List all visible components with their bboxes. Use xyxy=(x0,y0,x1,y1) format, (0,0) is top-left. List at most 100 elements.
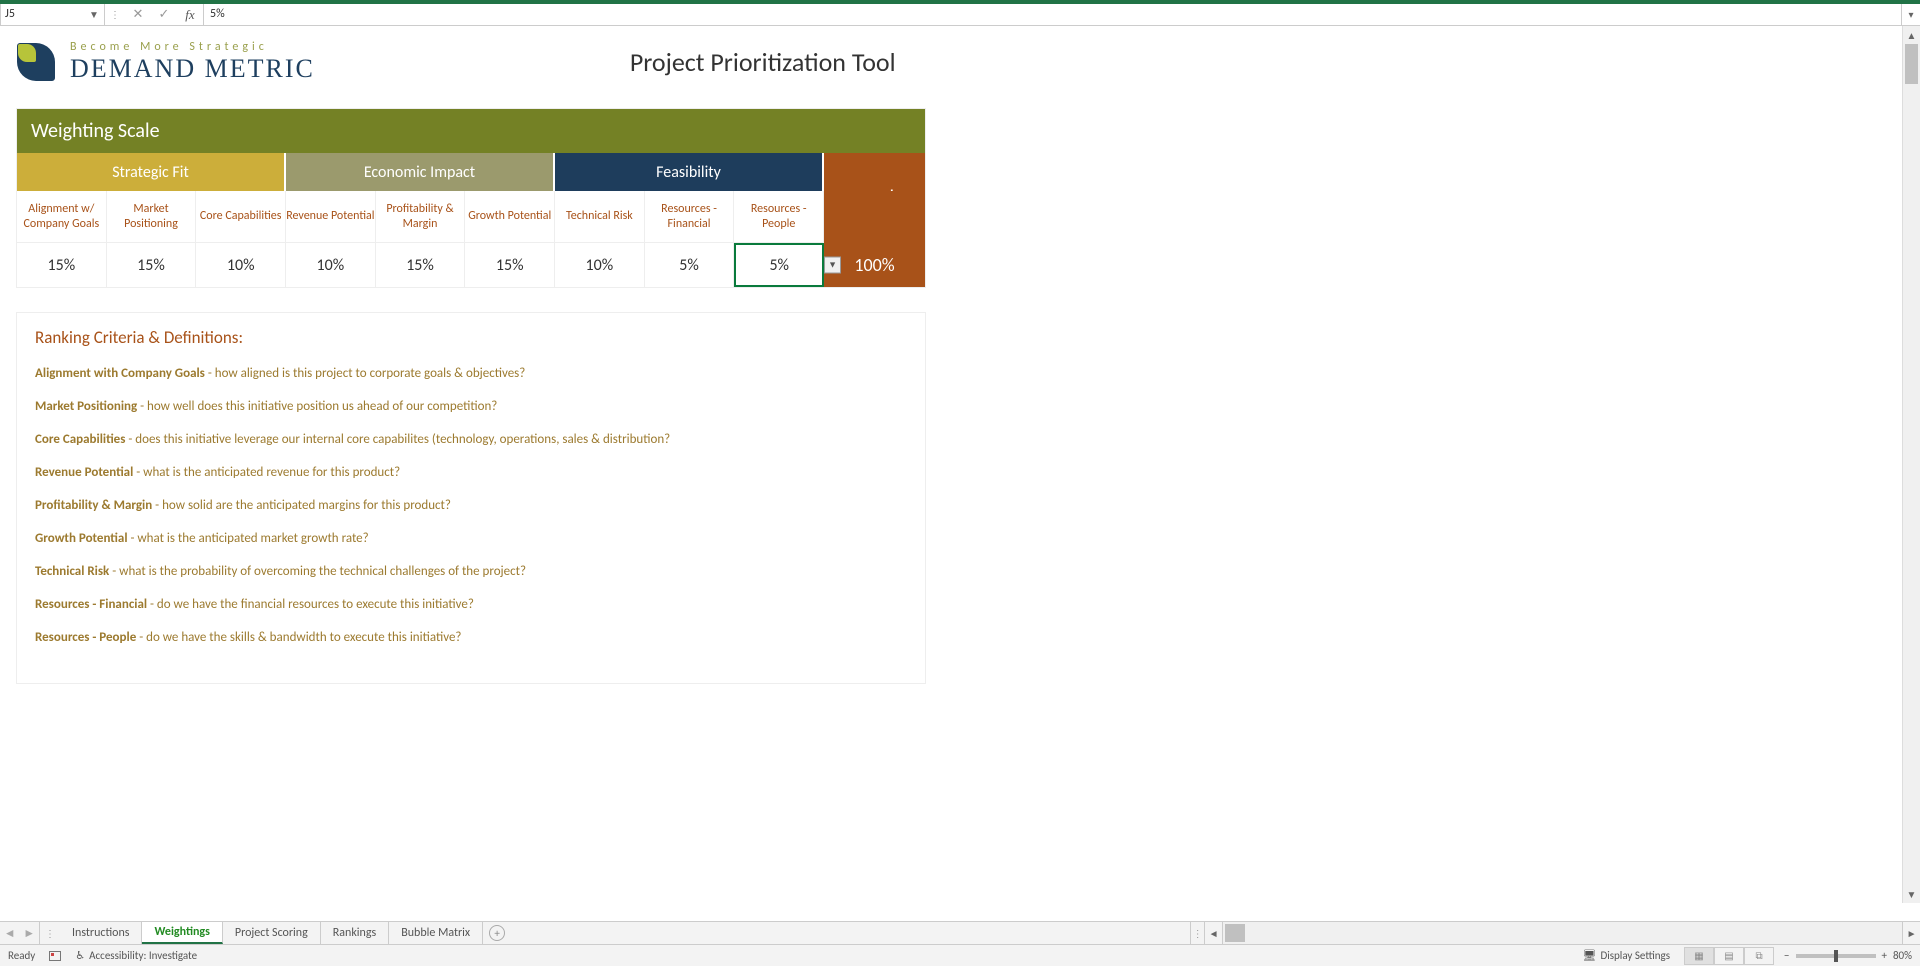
hscroll-right-icon[interactable]: ► xyxy=(1902,922,1920,944)
definition-desc: - how aligned is this project to corpora… xyxy=(205,366,525,381)
definition-term: Resources - People xyxy=(35,630,136,645)
brand-tagline: Become More Strategic xyxy=(70,40,315,54)
scroll-down-icon[interactable]: ▼ xyxy=(1903,885,1920,903)
sheet-tabs-bar: ◄ ► ⋮ InstructionsWeightingsProject Scor… xyxy=(0,921,1920,944)
expand-formula-bar-icon[interactable]: ▾ xyxy=(1902,8,1920,21)
display-settings-icon: 🖥︎ xyxy=(1582,949,1596,962)
definition-line: Growth Potential - what is the anticipat… xyxy=(35,531,907,546)
definition-desc: - what is the anticipated revenue for th… xyxy=(133,465,400,480)
definition-term: Revenue Potential xyxy=(35,465,133,480)
formula-input[interactable]: 5% xyxy=(203,4,1902,26)
zoom-slider-knob[interactable] xyxy=(1834,950,1838,962)
vertical-scrollbar[interactable]: ▲ ▼ xyxy=(1902,26,1920,903)
definition-desc: - how well does this initiative position… xyxy=(137,399,497,414)
definition-desc: - do we have the financial resources to … xyxy=(147,597,474,612)
value-cell[interactable]: 5% xyxy=(645,243,735,287)
definition-line: Revenue Potential - what is the anticipa… xyxy=(35,465,907,480)
horizontal-scrollbar[interactable] xyxy=(1222,922,1902,944)
sheet-tab[interactable]: Instructions xyxy=(60,922,142,944)
tab-nav-separator: ⋮ xyxy=(40,922,60,944)
sub-resources-financial: Resources - Financial xyxy=(645,191,735,243)
definition-term: Core Capabilities xyxy=(35,432,125,447)
values-row: 15% 15% 10% 10% 15% 15% 10% 5% 5% ▼ xyxy=(17,243,824,287)
brand-text: Become More Strategic DEMAND METRIC xyxy=(70,40,315,84)
tab-prev-icon[interactable]: ◄ xyxy=(4,926,16,941)
definition-term: Resources - Financial xyxy=(35,597,147,612)
definition-line: Core Capabilities - does this initiative… xyxy=(35,432,907,447)
definition-desc: - does this initiative leverage our inte… xyxy=(125,432,670,447)
weighting-scale-block: Weighting Scale Strategic Fit Economic I… xyxy=(16,108,926,288)
name-box-dropdown-icon[interactable]: ▼ xyxy=(88,8,100,21)
definitions-title: Ranking Criteria & Definitions: xyxy=(35,327,907,348)
definition-term: Market Positioning xyxy=(35,399,137,414)
brand-logo-icon xyxy=(16,42,56,82)
sub-growth-potential: Growth Potential xyxy=(465,191,555,243)
category-feasibility: Feasibility xyxy=(555,153,824,191)
sub-revenue-potential: Revenue Potential xyxy=(286,191,376,243)
zoom-out-button[interactable]: − xyxy=(1784,949,1789,962)
hscroll-left-icon[interactable]: ◄ xyxy=(1204,922,1222,944)
accessibility-status[interactable]: ♿︎ Accessibility: Investigate xyxy=(75,949,197,962)
name-box[interactable]: J5 ▼ xyxy=(0,4,105,26)
worksheet[interactable]: Become More Strategic DEMAND METRIC Proj… xyxy=(0,26,1902,903)
view-mode-buttons: ▦ ▤ ⧉ xyxy=(1684,947,1774,965)
definition-line: Profitability & Margin - how solid are t… xyxy=(35,498,907,513)
category-strategic-fit: Strategic Fit xyxy=(17,153,286,191)
formula-bar: J5 ▼ ⋮ ✕ ✓ fx 5% ▾ xyxy=(0,4,1920,26)
definition-line: Resources - People - do we have the skil… xyxy=(35,630,907,645)
tab-nav-buttons[interactable]: ◄ ► xyxy=(0,922,40,944)
sheet-tab[interactable]: Weightings xyxy=(142,922,222,944)
sub-alignment: Alignment w/ Company Goals xyxy=(17,191,107,243)
value-cell[interactable]: 15% xyxy=(376,243,466,287)
status-ready: Ready xyxy=(8,949,35,962)
definition-term: Growth Potential xyxy=(35,531,128,546)
cell-reference: J5 xyxy=(5,7,15,21)
value-cell[interactable]: 15% xyxy=(107,243,197,287)
page-layout-view-button[interactable]: ▤ xyxy=(1714,947,1744,965)
macro-recorder-icon[interactable] xyxy=(49,951,61,961)
zoom-in-button[interactable]: + xyxy=(1882,949,1887,962)
scroll-up-icon[interactable]: ▲ xyxy=(1903,26,1920,44)
zoom-level[interactable]: 80% xyxy=(1893,949,1912,962)
new-sheet-button[interactable]: + xyxy=(483,922,511,944)
page-title: Project Prioritization Tool xyxy=(630,46,896,78)
definition-term: Alignment with Company Goals xyxy=(35,366,205,381)
active-cell[interactable]: 5% ▼ xyxy=(734,243,824,287)
sub-resources-people: Resources - People xyxy=(734,191,824,243)
value-cell[interactable]: 10% xyxy=(286,243,376,287)
accessibility-label: Accessibility: Investigate xyxy=(89,949,197,962)
tabs-hscroll-separator: ⋮ xyxy=(1190,922,1204,944)
weighting-scale-header: Weighting Scale xyxy=(17,109,925,153)
sub-profitability-margin: Profitability & Margin xyxy=(376,191,466,243)
normal-view-button[interactable]: ▦ xyxy=(1684,947,1714,965)
scroll-thumb[interactable] xyxy=(1905,44,1918,84)
header-row: Become More Strategic DEMAND METRIC Proj… xyxy=(16,40,1902,84)
display-settings-button[interactable]: 🖥︎ Display Settings xyxy=(1582,949,1670,962)
value-cell[interactable]: 15% xyxy=(17,243,107,287)
value-cell[interactable]: 10% xyxy=(196,243,286,287)
value-cell[interactable]: 15% xyxy=(465,243,555,287)
sub-technical-risk: Technical Risk xyxy=(555,191,645,243)
workbook-area: Become More Strategic DEMAND METRIC Proj… xyxy=(0,26,1920,921)
value-cell[interactable]: 10% xyxy=(555,243,645,287)
definitions-block: Ranking Criteria & Definitions: Alignmen… xyxy=(16,312,926,684)
sheet-tab[interactable]: Rankings xyxy=(321,922,389,944)
fx-icon[interactable]: fx xyxy=(177,4,203,26)
formula-bar-separator: ⋮ xyxy=(105,8,125,21)
cell-dropdown-icon[interactable]: ▼ xyxy=(824,257,841,274)
sheet-tab[interactable]: Bubble Matrix xyxy=(389,922,483,944)
accept-formula-button[interactable]: ✓ xyxy=(151,4,177,26)
sub-core-capabilities: Core Capabilities xyxy=(196,191,286,243)
hscroll-thumb[interactable] xyxy=(1225,924,1245,942)
zoom-controls: − + 80% xyxy=(1784,949,1912,962)
cancel-formula-button[interactable]: ✕ xyxy=(125,4,151,26)
brand-name: DEMAND METRIC xyxy=(70,54,315,84)
sub-market-positioning: Market Positioning xyxy=(107,191,197,243)
zoom-slider[interactable] xyxy=(1796,954,1876,958)
sheet-tab[interactable]: Project Scoring xyxy=(223,922,321,944)
display-settings-label: Display Settings xyxy=(1600,949,1670,962)
tab-next-icon[interactable]: ► xyxy=(23,926,35,941)
page-break-view-button[interactable]: ⧉ xyxy=(1744,947,1774,965)
subcriteria-row: Alignment w/ Company Goals Market Positi… xyxy=(17,191,824,243)
definition-term: Profitability & Margin xyxy=(35,498,152,513)
